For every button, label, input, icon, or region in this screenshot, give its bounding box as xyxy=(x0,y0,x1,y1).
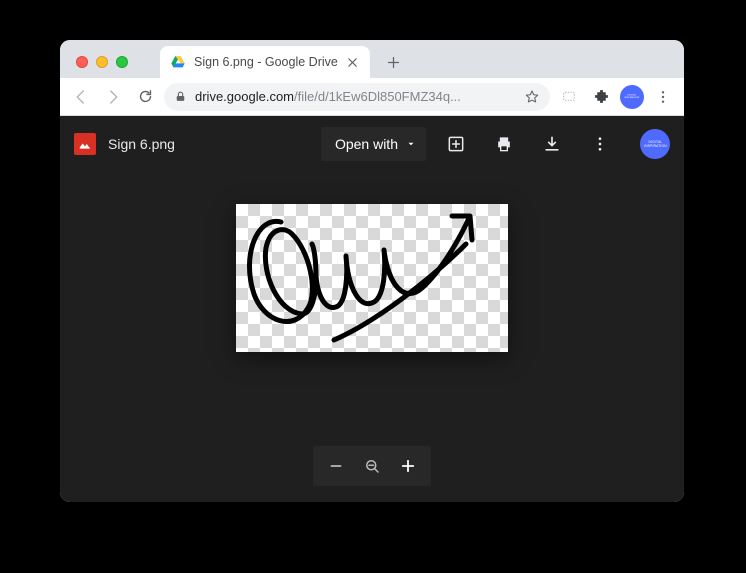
download-button[interactable] xyxy=(534,126,570,162)
viewer-profile-avatar[interactable]: DIGITAL INSPIRATION xyxy=(640,129,670,159)
profile-label: DIGITAL INSPIRATION xyxy=(624,94,639,99)
open-with-label: Open with xyxy=(335,136,398,152)
browser-menu-button[interactable] xyxy=(650,84,676,110)
tab-title: Sign 6.png - Google Drive xyxy=(194,55,338,69)
lock-icon xyxy=(174,90,187,103)
browser-window: Sign 6.png - Google Drive drive.google.c… xyxy=(60,40,684,502)
back-button[interactable] xyxy=(68,84,94,110)
close-window-button[interactable] xyxy=(76,56,88,68)
drive-favicon-icon xyxy=(170,54,186,70)
open-with-button[interactable]: Open with xyxy=(321,127,426,161)
zoom-toolbar xyxy=(313,446,431,486)
new-tab-button[interactable] xyxy=(380,48,408,76)
browser-toolbar: drive.google.com/file/d/1kEw6Dl850FMZ34q… xyxy=(60,78,684,116)
browser-tab[interactable]: Sign 6.png - Google Drive xyxy=(160,46,370,78)
file-name: Sign 6.png xyxy=(108,136,309,152)
signature-image xyxy=(236,204,508,352)
reload-button[interactable] xyxy=(132,84,158,110)
viewer-profile-label: DIGITAL INSPIRATION xyxy=(644,140,667,147)
window-controls xyxy=(70,56,132,78)
drive-viewer: Sign 6.png Open with DIGITAL INSPIRATION xyxy=(60,116,684,502)
image-file-icon xyxy=(74,133,96,155)
cast-icon[interactable] xyxy=(556,84,582,110)
address-bar[interactable]: drive.google.com/file/d/1kEw6Dl850FMZ34q… xyxy=(164,83,550,111)
print-button[interactable] xyxy=(486,126,522,162)
image-preview[interactable] xyxy=(236,204,508,352)
zoom-window-button[interactable] xyxy=(116,56,128,68)
zoom-reset-button[interactable] xyxy=(355,449,389,483)
more-actions-button[interactable] xyxy=(582,126,618,162)
add-people-button[interactable] xyxy=(438,126,474,162)
viewer-toolbar: Sign 6.png Open with DIGITAL INSPIRATION xyxy=(60,116,684,172)
forward-button[interactable] xyxy=(100,84,126,110)
caret-down-icon xyxy=(406,139,416,149)
star-icon[interactable] xyxy=(524,89,540,105)
tab-strip: Sign 6.png - Google Drive xyxy=(60,40,684,78)
browser-profile-avatar[interactable]: DIGITAL INSPIRATION xyxy=(620,85,644,109)
zoom-in-button[interactable] xyxy=(391,449,425,483)
tab-close-button[interactable] xyxy=(346,55,360,69)
extensions-icon[interactable] xyxy=(588,84,614,110)
zoom-out-button[interactable] xyxy=(319,449,353,483)
url-text: drive.google.com/file/d/1kEw6Dl850FMZ34q… xyxy=(195,89,516,104)
minimize-window-button[interactable] xyxy=(96,56,108,68)
